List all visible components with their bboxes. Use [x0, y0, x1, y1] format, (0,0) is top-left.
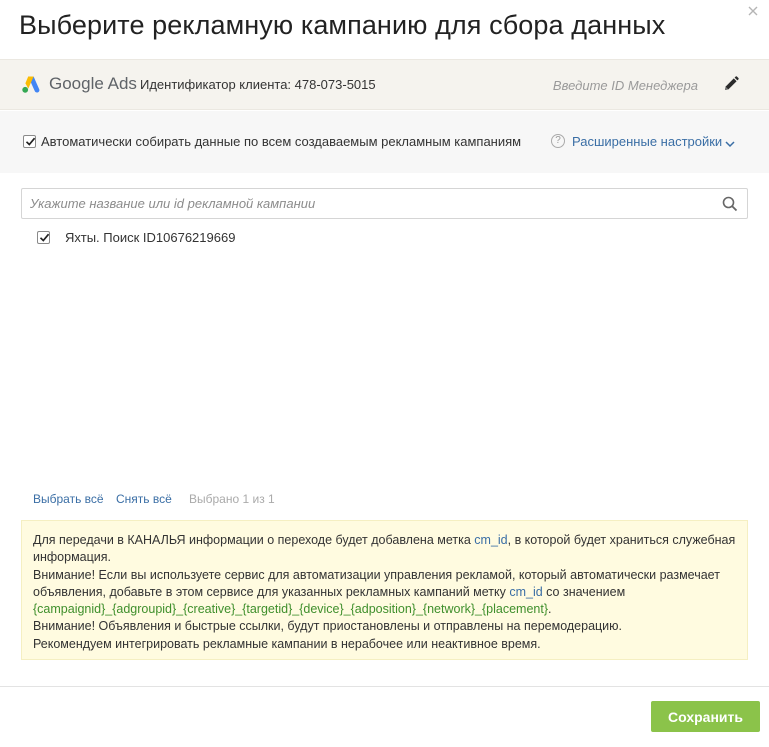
campaign-search-input[interactable]: [30, 192, 710, 215]
advanced-settings-link[interactable]: Расширенные настройки: [572, 134, 722, 149]
notice-paragraph-3: Внимание! Объявления и быстрые ссылки, б…: [33, 619, 623, 634]
client-id-label: Идентификатор клиента: 478-073-5015: [140, 77, 376, 92]
chevron-down-icon[interactable]: [725, 135, 735, 153]
close-icon[interactable]: [746, 4, 760, 18]
manager-id-input[interactable]: [540, 73, 698, 97]
select-all-link[interactable]: Выбрать всё: [33, 492, 104, 506]
google-ads-logo-icon: [21, 74, 41, 94]
notice-paragraph-4: Рекомендуем интегрировать рекламные камп…: [33, 636, 541, 651]
campaign-search: [21, 188, 748, 219]
auto-collect-checkbox[interactable]: [23, 135, 36, 148]
auto-collect-label: Автоматически собирать данные по всем со…: [41, 134, 522, 149]
dialog-title: Выберите рекламную кампанию для сбора да…: [19, 10, 666, 40]
notice-paragraph-2: Внимание! Если вы используете сервис для…: [33, 567, 720, 617]
cm-id-tag: cm_id: [509, 584, 543, 599]
notice-paragraph-1: Для передачи в КАНАЛЬЯ информации о пере…: [33, 533, 736, 565]
save-button[interactable]: Сохранить: [651, 701, 760, 732]
footer-divider: [0, 686, 769, 687]
question-icon[interactable]: ?: [551, 134, 565, 148]
campaign-label: Яхты. Поиск ID10676219669: [65, 230, 236, 245]
campaign-checkbox[interactable]: [37, 231, 50, 244]
pencil-icon[interactable]: [722, 75, 740, 93]
account-bar: Google Ads Идентификатор клиента: 478-07…: [0, 59, 769, 110]
cm-id-tag: cm_id: [474, 533, 508, 547]
selected-count: Выбрано 1 из 1: [189, 492, 275, 506]
campaign-select-dialog: Выберите рекламную кампанию для сбора да…: [0, 0, 769, 747]
auto-collect-row: Автоматически собирать данные по всем со…: [0, 111, 769, 173]
info-notice: Для передачи в КАНАЛЬЯ информации о пере…: [21, 520, 748, 660]
tracking-template: {campaignid}_{adgroupid}_{creative}_{tar…: [33, 602, 549, 617]
deselect-all-link[interactable]: Снять всё: [116, 492, 172, 506]
platform-name: Google Ads: [49, 74, 137, 93]
search-icon[interactable]: [722, 196, 738, 212]
